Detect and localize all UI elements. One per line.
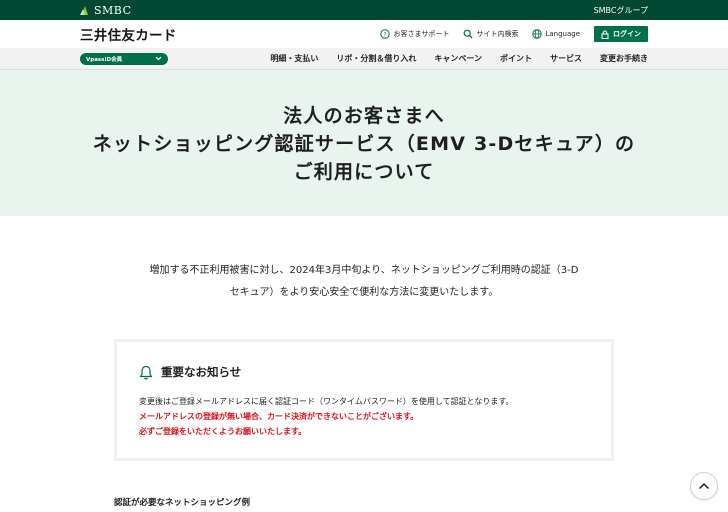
site-search-label: サイト内検索 xyxy=(476,30,519,38)
nav-item-statements[interactable]: 明細・支払い xyxy=(270,53,318,64)
member-type-select[interactable]: VpassID会員 xyxy=(80,52,168,65)
page-title-line-2: ネットショッピング認証サービス（EMV 3-Dセキュア）の xyxy=(92,133,636,155)
question-circle-icon: ? xyxy=(380,29,391,39)
support-link[interactable]: ? お客さまサポート xyxy=(380,29,449,39)
intro-line-2: セキュア）をより安心安全で便利な方法に変更いたします。 xyxy=(229,287,499,298)
nav-item-revolving[interactable]: リボ・分割＆借り入れ xyxy=(336,53,416,64)
smbc-logo[interactable]: SMBC xyxy=(80,4,132,17)
nav-item-procedures[interactable]: 変更お手続き xyxy=(600,53,648,64)
notice-title: 重要なお知らせ xyxy=(161,365,242,379)
notice-line-1: 変更後はご登録メールアドレスに届く認証コード（ワンタイムパスワード）を使用して認… xyxy=(139,397,514,406)
page-title-line-1: 法人のお客さまへ xyxy=(283,105,445,127)
globe-icon xyxy=(532,29,543,39)
page-title: 法人のお客さまへ ネットショッピング認証サービス（EMV 3-Dセキュア）の ご… xyxy=(93,102,636,186)
nav-item-services[interactable]: サービス xyxy=(550,53,582,64)
back-to-top-button[interactable] xyxy=(690,472,718,500)
login-button[interactable]: ログイン xyxy=(594,26,648,42)
nav-item-points[interactable]: ポイント xyxy=(500,53,532,64)
site-header: 三井住友カード ? お客さまサポート サイト内検索 Language ログイン xyxy=(0,20,728,48)
smbc-logo-text: SMBC xyxy=(94,3,132,17)
important-notice: 重要なお知らせ 変更後はご登録メールアドレスに届く認証コード（ワンタイムパスワー… xyxy=(114,339,614,461)
nav-menu: 明細・支払い リボ・分割＆借り入れ キャンペーン ポイント サービス 変更お手続… xyxy=(270,53,648,64)
notice-body: 変更後はご登録メールアドレスに届く認証コード（ワンタイムパスワード）を使用して認… xyxy=(139,394,589,439)
hero-section: 法人のお客さまへ ネットショッピング認証サービス（EMV 3-Dセキュア）の ご… xyxy=(0,70,728,216)
intro-line-1: 増加する不正利用被害に対し、2024年3月中旬より、ネットショッピングご利用時の… xyxy=(149,265,579,276)
utility-nav: ? お客さまサポート サイト内検索 Language ログイン xyxy=(380,26,648,42)
member-type-label: VpassID会員 xyxy=(86,56,123,63)
chevron-down-icon xyxy=(155,56,162,61)
svg-text:?: ? xyxy=(384,31,387,38)
smbc-leaf-icon xyxy=(80,5,88,15)
language-link[interactable]: Language xyxy=(532,29,580,39)
bell-icon xyxy=(139,365,153,379)
login-label: ログイン xyxy=(613,30,641,38)
notice-warning-line-2: 必ずご登録をいただくようお願いいたします。 xyxy=(139,427,307,436)
search-icon xyxy=(464,29,473,39)
nav-item-campaign[interactable]: キャンペーン xyxy=(434,53,482,64)
top-bar: SMBC SMBCグループ xyxy=(0,0,728,20)
lock-icon xyxy=(601,30,609,39)
notice-header: 重要なお知らせ xyxy=(139,364,589,380)
brand-logo[interactable]: 三井住友カード xyxy=(80,24,177,44)
intro-text: 増加する不正利用被害に対し、2024年3月中旬より、ネットショッピングご利用時の… xyxy=(114,260,614,304)
chevron-up-icon xyxy=(698,482,710,490)
smbc-group-link[interactable]: SMBCグループ xyxy=(594,5,648,16)
language-label: Language xyxy=(545,30,580,38)
page-title-line-3: ご利用について xyxy=(293,161,435,183)
support-label: お客さまサポート xyxy=(393,30,450,38)
notice-warning-line-1: メールアドレスの登録が無い場合、カード決済ができないことがございます。 xyxy=(139,412,419,421)
global-nav: VpassID会員 明細・支払い リボ・分割＆借り入れ キャンペーン ポイント … xyxy=(0,48,728,70)
examples-heading: 認証が必要なネットショッピング例 xyxy=(114,498,251,508)
site-search-link[interactable]: サイト内検索 xyxy=(463,29,518,39)
